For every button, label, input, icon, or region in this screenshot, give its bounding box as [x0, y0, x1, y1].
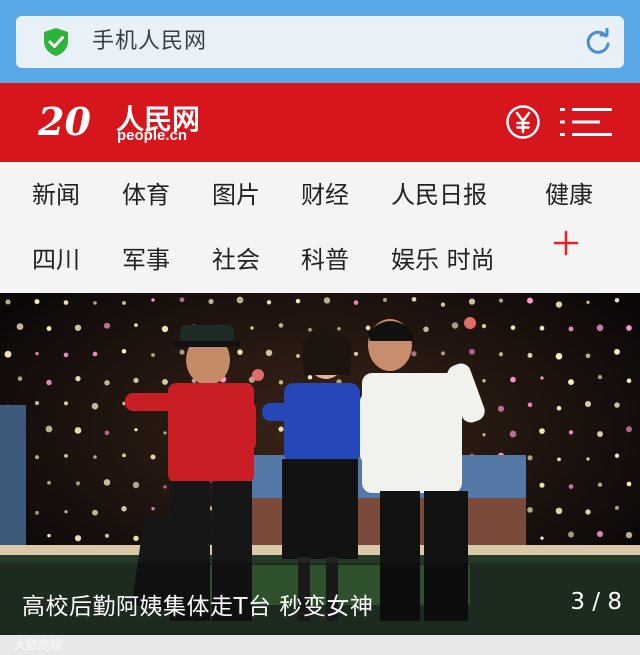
nav-item-health[interactable]: 健康: [545, 162, 593, 228]
svg-text:20: 20: [38, 99, 91, 144]
shield-check-icon: [44, 28, 68, 56]
nav-item-sichuan[interactable]: 四川: [32, 227, 80, 293]
channel-nav: 新闻 体育 图片 财经 人民日报 健康 四川 军事 社会 科普 娱乐 时尚: [0, 162, 640, 293]
footer-strip: [0, 635, 640, 655]
address-bar[interactable]: 手机人民网: [16, 16, 624, 68]
watermark: 大欧商城: [14, 638, 63, 652]
slide-counter: 3 / 8: [570, 589, 622, 615]
reload-icon[interactable]: [584, 28, 612, 56]
nav-item-sports[interactable]: 体育: [122, 162, 170, 228]
logo-subtitle: people.cn: [117, 127, 188, 144]
nav-item-military[interactable]: 军事: [122, 227, 170, 293]
browser-bar: 手机人民网: [0, 0, 640, 83]
nav-item-society[interactable]: 社会: [212, 227, 260, 293]
slide-caption[interactable]: 高校后勤阿姨集体走T台 秒变女神: [22, 587, 373, 621]
hero-slide[interactable]: [0, 293, 640, 635]
nav-item-pictures[interactable]: 图片: [212, 162, 260, 228]
hamburger-menu-icon[interactable]: [560, 105, 612, 139]
plus-icon[interactable]: [553, 230, 579, 256]
nav-item-peoples-daily[interactable]: 人民日报: [391, 162, 487, 228]
nav-item-entertainment-fashion[interactable]: 娱乐 时尚: [391, 227, 495, 293]
yuan-icon[interactable]: [505, 104, 541, 140]
nav-item-finance[interactable]: 财经: [301, 162, 349, 228]
site-header: 20 人民网 people.cn: [0, 83, 640, 162]
nav-item-news[interactable]: 新闻: [32, 162, 80, 228]
page-title: 手机人民网: [92, 29, 208, 54]
nav-item-science[interactable]: 科普: [301, 227, 349, 293]
stage-photo: [0, 293, 640, 635]
